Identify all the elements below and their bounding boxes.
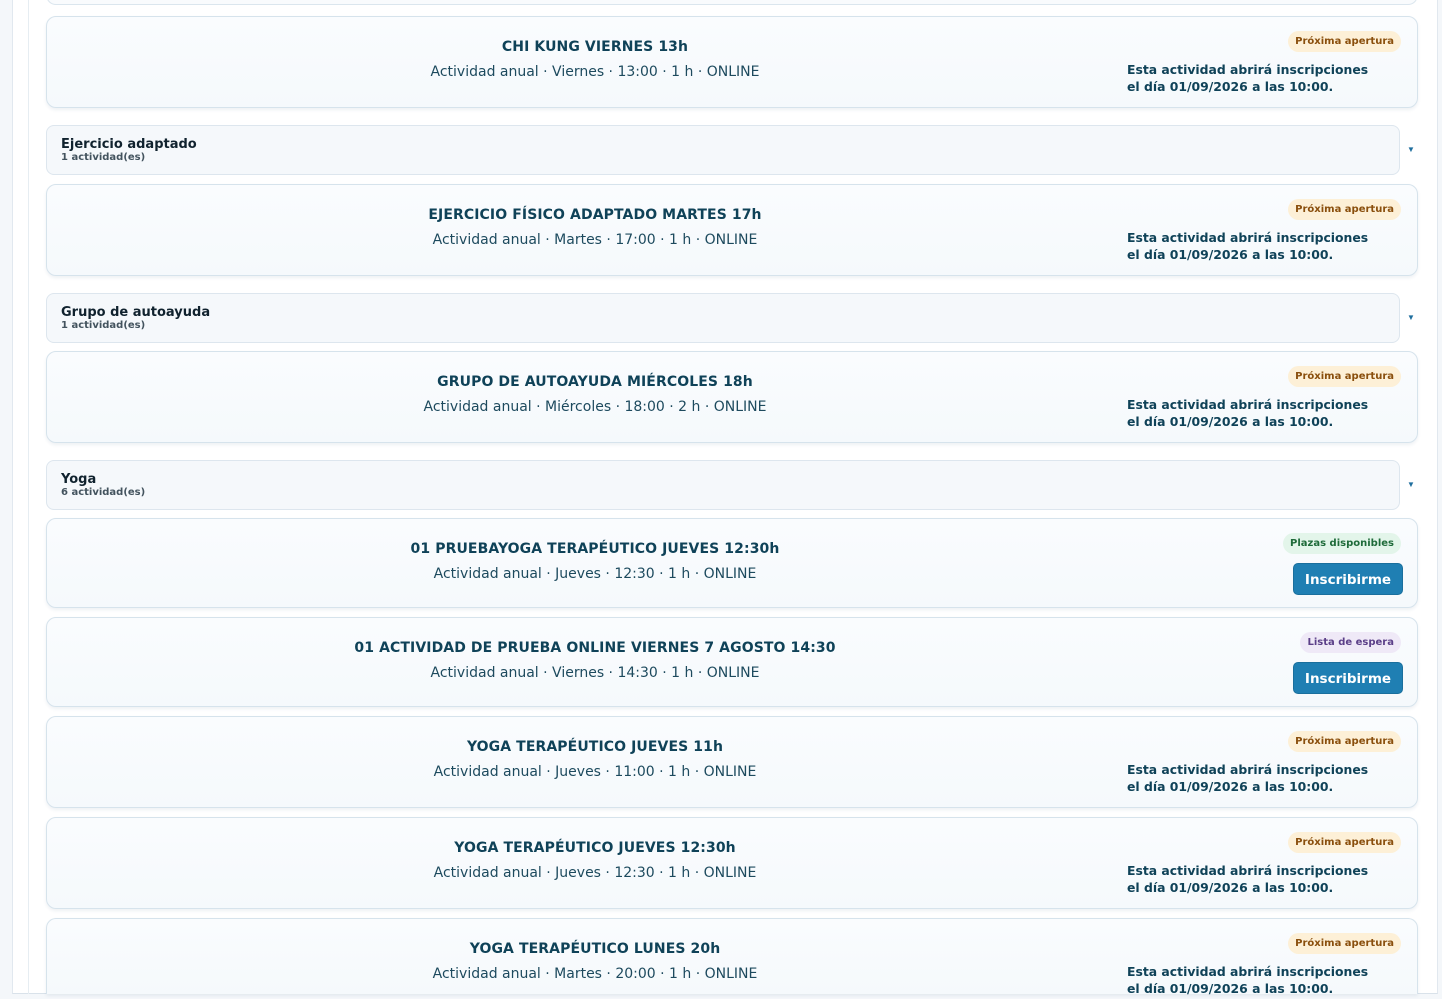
group-count: 1 actividad(es) <box>61 320 146 331</box>
group-header-grupo-de-autoayuda[interactable]: Grupo de autoayuda 1 actividad(es) <box>46 293 1400 343</box>
group-name: Yoga <box>61 472 97 487</box>
previous-activity-card <box>46 0 1418 5</box>
status-badge: Lista de espera <box>1300 632 1401 653</box>
activity-meta: Actividad anual · Jueves · 12:30 · 1 h ·… <box>433 865 757 881</box>
activity-title: YOGA TERAPÉUTICO JUEVES 11h <box>466 739 724 755</box>
group-count: 6 actividad(es) <box>61 487 146 498</box>
enroll-button[interactable]: Inscribirme <box>1293 662 1403 694</box>
group-count: 1 actividad(es) <box>61 152 146 163</box>
activity-title: EJERCICIO FÍSICO ADAPTADO MARTES 17h <box>428 207 762 223</box>
page-background: CHI KUNG VIERNES 13h Actividad anual · V… <box>0 0 1442 999</box>
opening-note: Esta actividad abrirá inscripciones el d… <box>1127 964 1369 996</box>
activity-meta: Actividad anual · Viernes · 14:30 · 1 h … <box>430 665 760 681</box>
group-name: Ejercicio adaptado <box>61 137 197 152</box>
activity-card: GRUPO DE AUTOAYUDA MIÉRCOLES 18h Activid… <box>46 351 1418 443</box>
activity-meta: Actividad anual · Jueves · 12:30 · 1 h ·… <box>433 566 757 582</box>
activity-meta: Actividad anual · Miércoles · 18:00 · 2 … <box>423 399 767 415</box>
chevron-down-icon[interactable]: ▼ <box>1404 478 1418 492</box>
status-badge: Próxima apertura <box>1288 199 1401 220</box>
opening-note: Esta actividad abrirá inscripciones el d… <box>1127 397 1369 429</box>
activity-meta: Actividad anual · Martes · 17:00 · 1 h ·… <box>432 232 758 248</box>
status-badge: Plazas disponibles <box>1283 533 1401 554</box>
opening-note: Esta actividad abrirá inscripciones el d… <box>1127 863 1369 895</box>
activity-card: EJERCICIO FÍSICO ADAPTADO MARTES 17h Act… <box>46 184 1418 276</box>
activity-title: YOGA TERAPÉUTICO LUNES 20h <box>469 941 721 957</box>
activity-title: GRUPO DE AUTOAYUDA MIÉRCOLES 18h <box>437 374 753 390</box>
chevron-down-icon[interactable]: ▼ <box>1404 143 1418 157</box>
chevron-down-icon[interactable]: ▼ <box>1404 311 1418 325</box>
status-badge: Próxima apertura <box>1288 366 1401 387</box>
opening-note: Esta actividad abrirá inscripciones el d… <box>1127 62 1369 94</box>
activity-card: 01 ACTIVIDAD DE PRUEBA ONLINE VIERNES 7 … <box>46 617 1418 707</box>
activity-meta: Actividad anual · Jueves · 11:00 · 1 h ·… <box>433 764 757 780</box>
activity-card: CHI KUNG VIERNES 13h Actividad anual · V… <box>46 16 1418 108</box>
enroll-button[interactable]: Inscribirme <box>1293 563 1403 595</box>
activity-title: 01 ACTIVIDAD DE PRUEBA ONLINE VIERNES 7 … <box>354 640 836 656</box>
activity-card: 01 PRUEBAYOGA TERAPÉUTICO JUEVES 12:30h … <box>46 518 1418 608</box>
activity-title: YOGA TERAPÉUTICO JUEVES 12:30h <box>454 840 736 856</box>
status-badge: Próxima apertura <box>1288 731 1401 752</box>
status-badge: Próxima apertura <box>1288 933 1401 954</box>
activity-card: YOGA TERAPÉUTICO LUNES 20h Actividad anu… <box>46 918 1418 996</box>
group-header-ejercicio-adaptado[interactable]: Ejercicio adaptado 1 actividad(es) <box>46 125 1400 175</box>
activity-card: YOGA TERAPÉUTICO JUEVES 12:30h Actividad… <box>46 817 1418 909</box>
opening-note: Esta actividad abrirá inscripciones el d… <box>1127 230 1369 262</box>
activity-title: 01 PRUEBAYOGA TERAPÉUTICO JUEVES 12:30h <box>410 541 780 557</box>
activity-title: CHI KUNG VIERNES 13h <box>501 39 689 55</box>
panel-divider <box>28 0 29 994</box>
opening-note: Esta actividad abrirá inscripciones el d… <box>1127 762 1369 794</box>
group-header-yoga[interactable]: Yoga 6 actividad(es) <box>46 460 1400 510</box>
activity-meta: Actividad anual · Viernes · 13:00 · 1 h … <box>430 64 760 80</box>
activity-card: YOGA TERAPÉUTICO JUEVES 11h Actividad an… <box>46 716 1418 808</box>
group-name: Grupo de autoayuda <box>61 305 211 320</box>
status-badge: Próxima apertura <box>1288 31 1401 52</box>
activity-meta: Actividad anual · Martes · 20:00 · 1 h ·… <box>432 966 758 982</box>
status-badge: Próxima apertura <box>1288 832 1401 853</box>
